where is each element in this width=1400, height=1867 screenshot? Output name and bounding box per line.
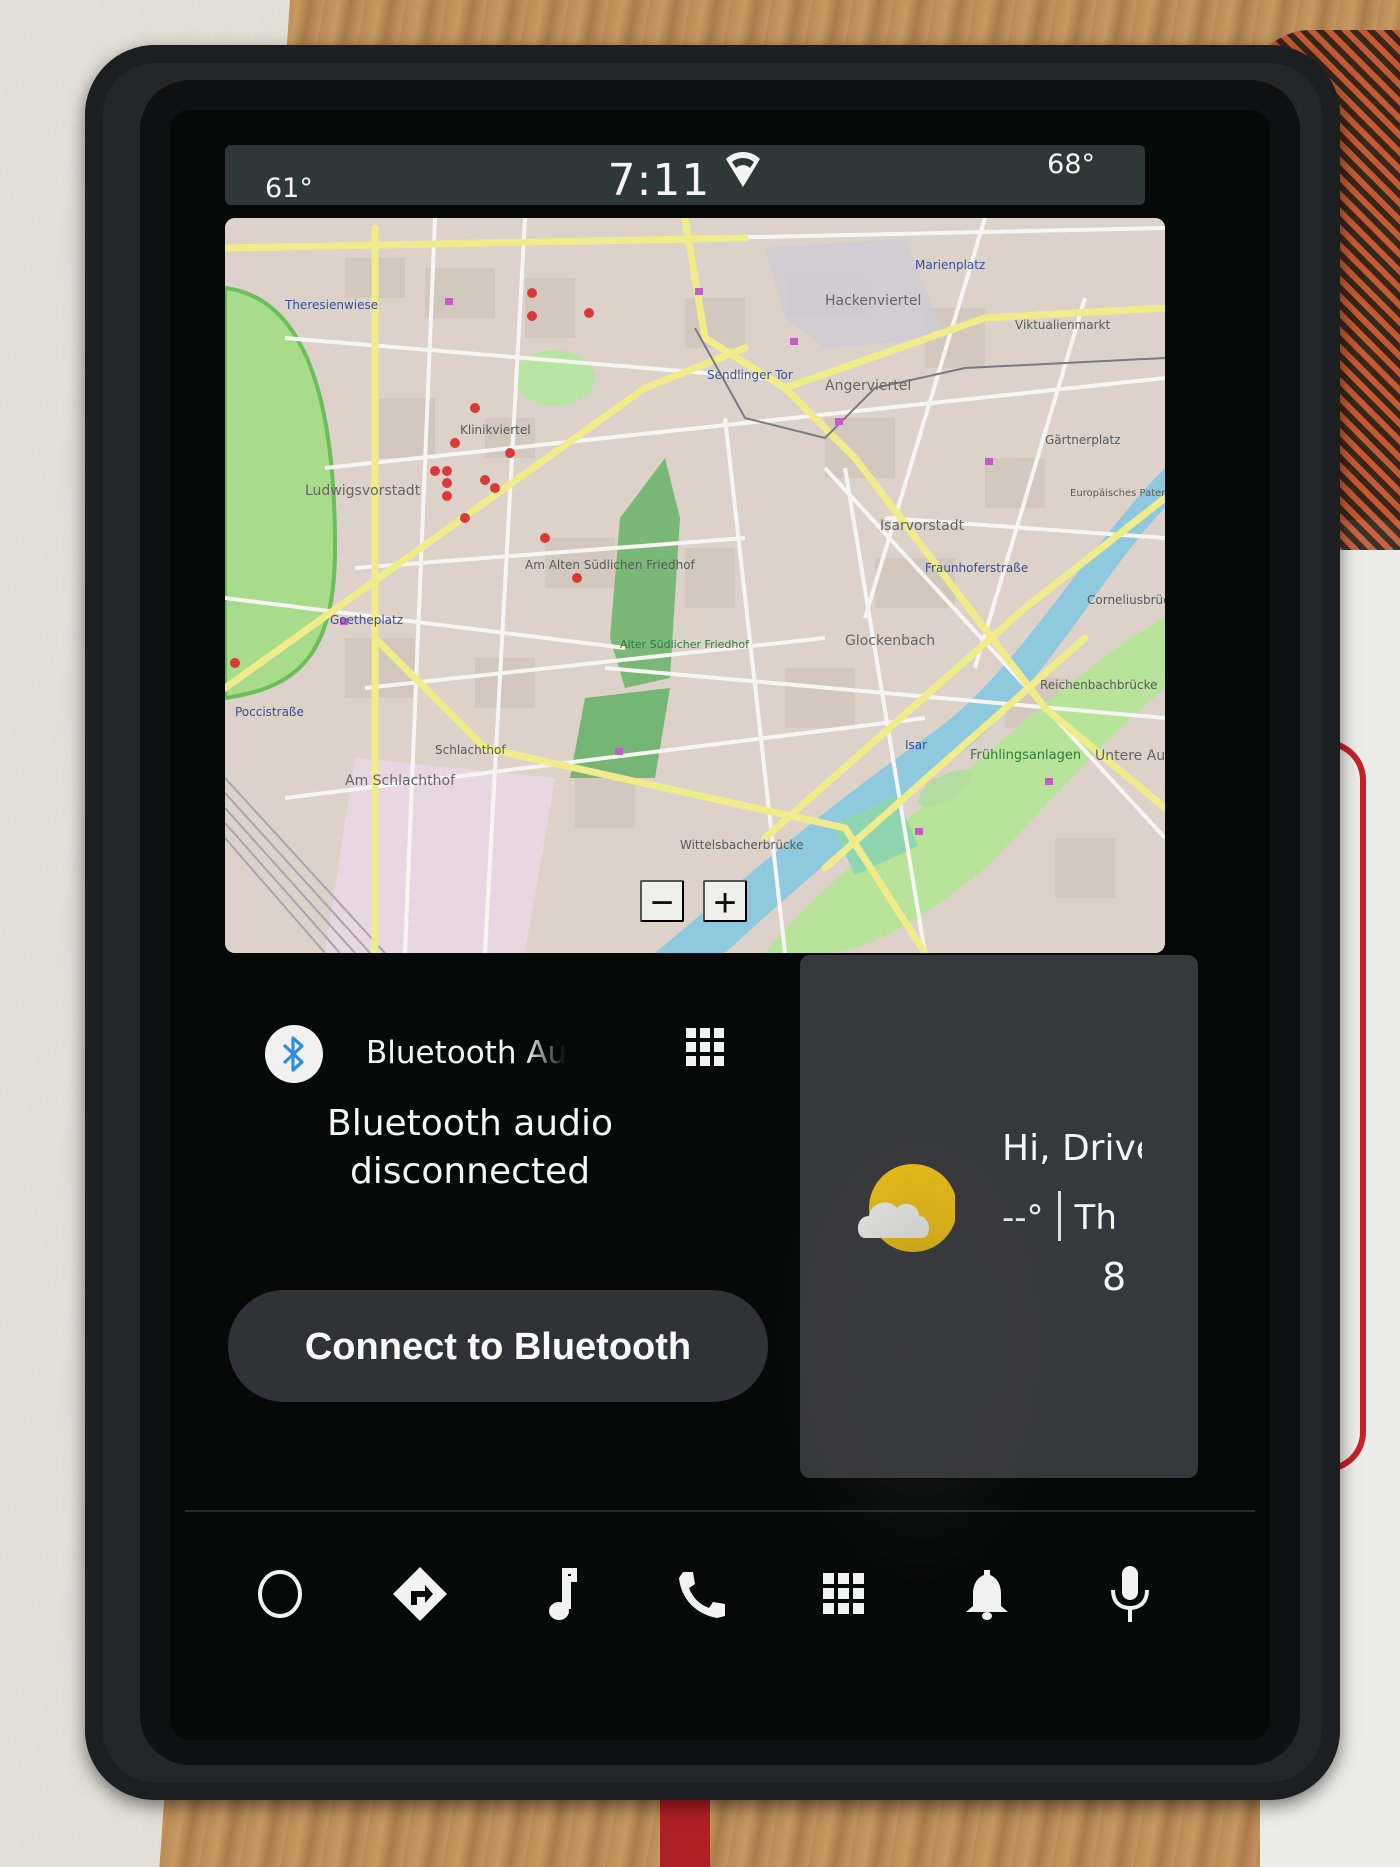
- bottom-nav-bar: [200, 1555, 1240, 1645]
- media-source-title: Bluetooth Audio: [366, 1035, 566, 1071]
- music-note-icon: [542, 1567, 578, 1624]
- bluetooth-status-text: Bluetooth audio disconnected: [327, 1103, 613, 1192]
- nav-notifications-button[interactable]: [952, 1555, 1022, 1635]
- map-label: Glockenbach: [845, 633, 936, 649]
- map-label: Schlachthof: [435, 743, 506, 757]
- map-label: Klinikviertel: [460, 423, 531, 437]
- car-launcher-screen: 61° 7:11 68° Ludwigsvorstadt Klinikviert…: [170, 110, 1270, 1740]
- weather-card[interactable]: Hi, Driver --° Th 8: [800, 955, 1198, 1478]
- app-grid-icon[interactable]: [685, 1027, 725, 1071]
- map-label: Gärtnerplatz: [1045, 433, 1121, 447]
- map-label: Corneliusbrücke: [1087, 593, 1165, 607]
- map-zoom-in-button[interactable]: +: [703, 880, 747, 923]
- map-label: Isar: [905, 738, 928, 752]
- nav-phone-button[interactable]: [667, 1555, 737, 1635]
- current-temperature: --°: [1002, 1198, 1044, 1238]
- status-bar: 61° 7:11 68°: [225, 145, 1145, 206]
- connect-to-bluetooth-button[interactable]: Connect to Bluetooth: [228, 1290, 768, 1402]
- navigation-icon: [391, 1565, 449, 1626]
- bell-icon: [964, 1566, 1010, 1625]
- date-number: 8: [1102, 1255, 1127, 1299]
- map-label: Sendlinger Tor: [707, 368, 793, 382]
- map-label: Frühlingsanlagen: [970, 748, 1082, 763]
- map-label: Untere Au: [1095, 748, 1165, 764]
- map-label: Fraunhoferstraße: [925, 561, 1029, 575]
- map-label: Ludwigsvorstadt: [305, 483, 421, 499]
- day-label: Th: [1074, 1198, 1117, 1238]
- nav-divider: [185, 1510, 1255, 1512]
- map-label: Hackenviertel: [825, 293, 922, 309]
- passenger-temperature[interactable]: 68°: [1047, 149, 1095, 180]
- clock: 7:11: [607, 155, 711, 206]
- map-label: Theresienwiese: [285, 298, 379, 312]
- wifi-icon: [724, 149, 762, 200]
- map-label: Alter Südlicher Friedhof: [620, 638, 749, 651]
- map-view[interactable]: Ludwigsvorstadt Klinikviertel Hackenvier…: [225, 218, 1165, 953]
- nav-home-button[interactable]: [245, 1555, 315, 1635]
- phone-icon: [677, 1568, 727, 1623]
- bluetooth-icon: [265, 1025, 323, 1083]
- partly-cloudy-icon: [855, 1160, 957, 1264]
- map-zoom-out-button[interactable]: −: [640, 880, 684, 923]
- home-circle-icon: [255, 1567, 305, 1624]
- nav-app-launcher-button[interactable]: [809, 1555, 879, 1635]
- media-card: Bluetooth Audio Bluetooth audio disconne…: [225, 980, 790, 1430]
- separator: [1057, 1191, 1061, 1241]
- map-label: Poccistraße: [235, 705, 304, 719]
- app-grid-icon: [822, 1572, 866, 1619]
- greeting-text: Hi, Driver: [1002, 1128, 1142, 1169]
- nav-media-button[interactable]: [525, 1555, 595, 1635]
- map-label: Wittelsbacherbrücke: [680, 838, 804, 852]
- map-label: Viktualienmarkt: [1015, 318, 1111, 332]
- map-label: Isarvorstadt: [880, 518, 965, 534]
- map-label: Am Alten Südlichen Friedhof: [525, 558, 695, 572]
- map-label: Angerviertel: [825, 378, 912, 394]
- temperature-day-row: --° Th: [1002, 1191, 1147, 1241]
- map-label: Marienplatz: [915, 258, 986, 272]
- clock-area: 7:11: [225, 149, 1145, 206]
- map-label: Reichenbachbrücke: [1040, 678, 1158, 692]
- map-label: Goetheplatz: [330, 613, 404, 627]
- map-label: Europäisches Patentamt: [1070, 488, 1165, 499]
- map-label: Am Schlachthof: [345, 773, 456, 789]
- microphone-icon: [1108, 1564, 1152, 1627]
- nav-voice-assistant-button[interactable]: [1095, 1555, 1165, 1635]
- nav-navigation-button[interactable]: [385, 1555, 455, 1635]
